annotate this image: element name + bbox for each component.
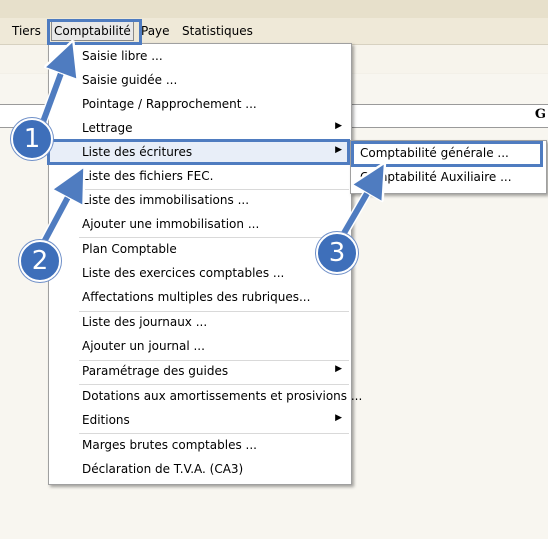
arrow-2-icon (41, 182, 76, 244)
arrow-3-icon (337, 178, 376, 242)
callout-2: 2 (19, 240, 61, 282)
callout-3: 3 (316, 232, 358, 274)
annotation-arrows (35, 0, 548, 247)
callout-1: 1 (11, 118, 53, 160)
arrow-1-icon (37, 57, 67, 132)
